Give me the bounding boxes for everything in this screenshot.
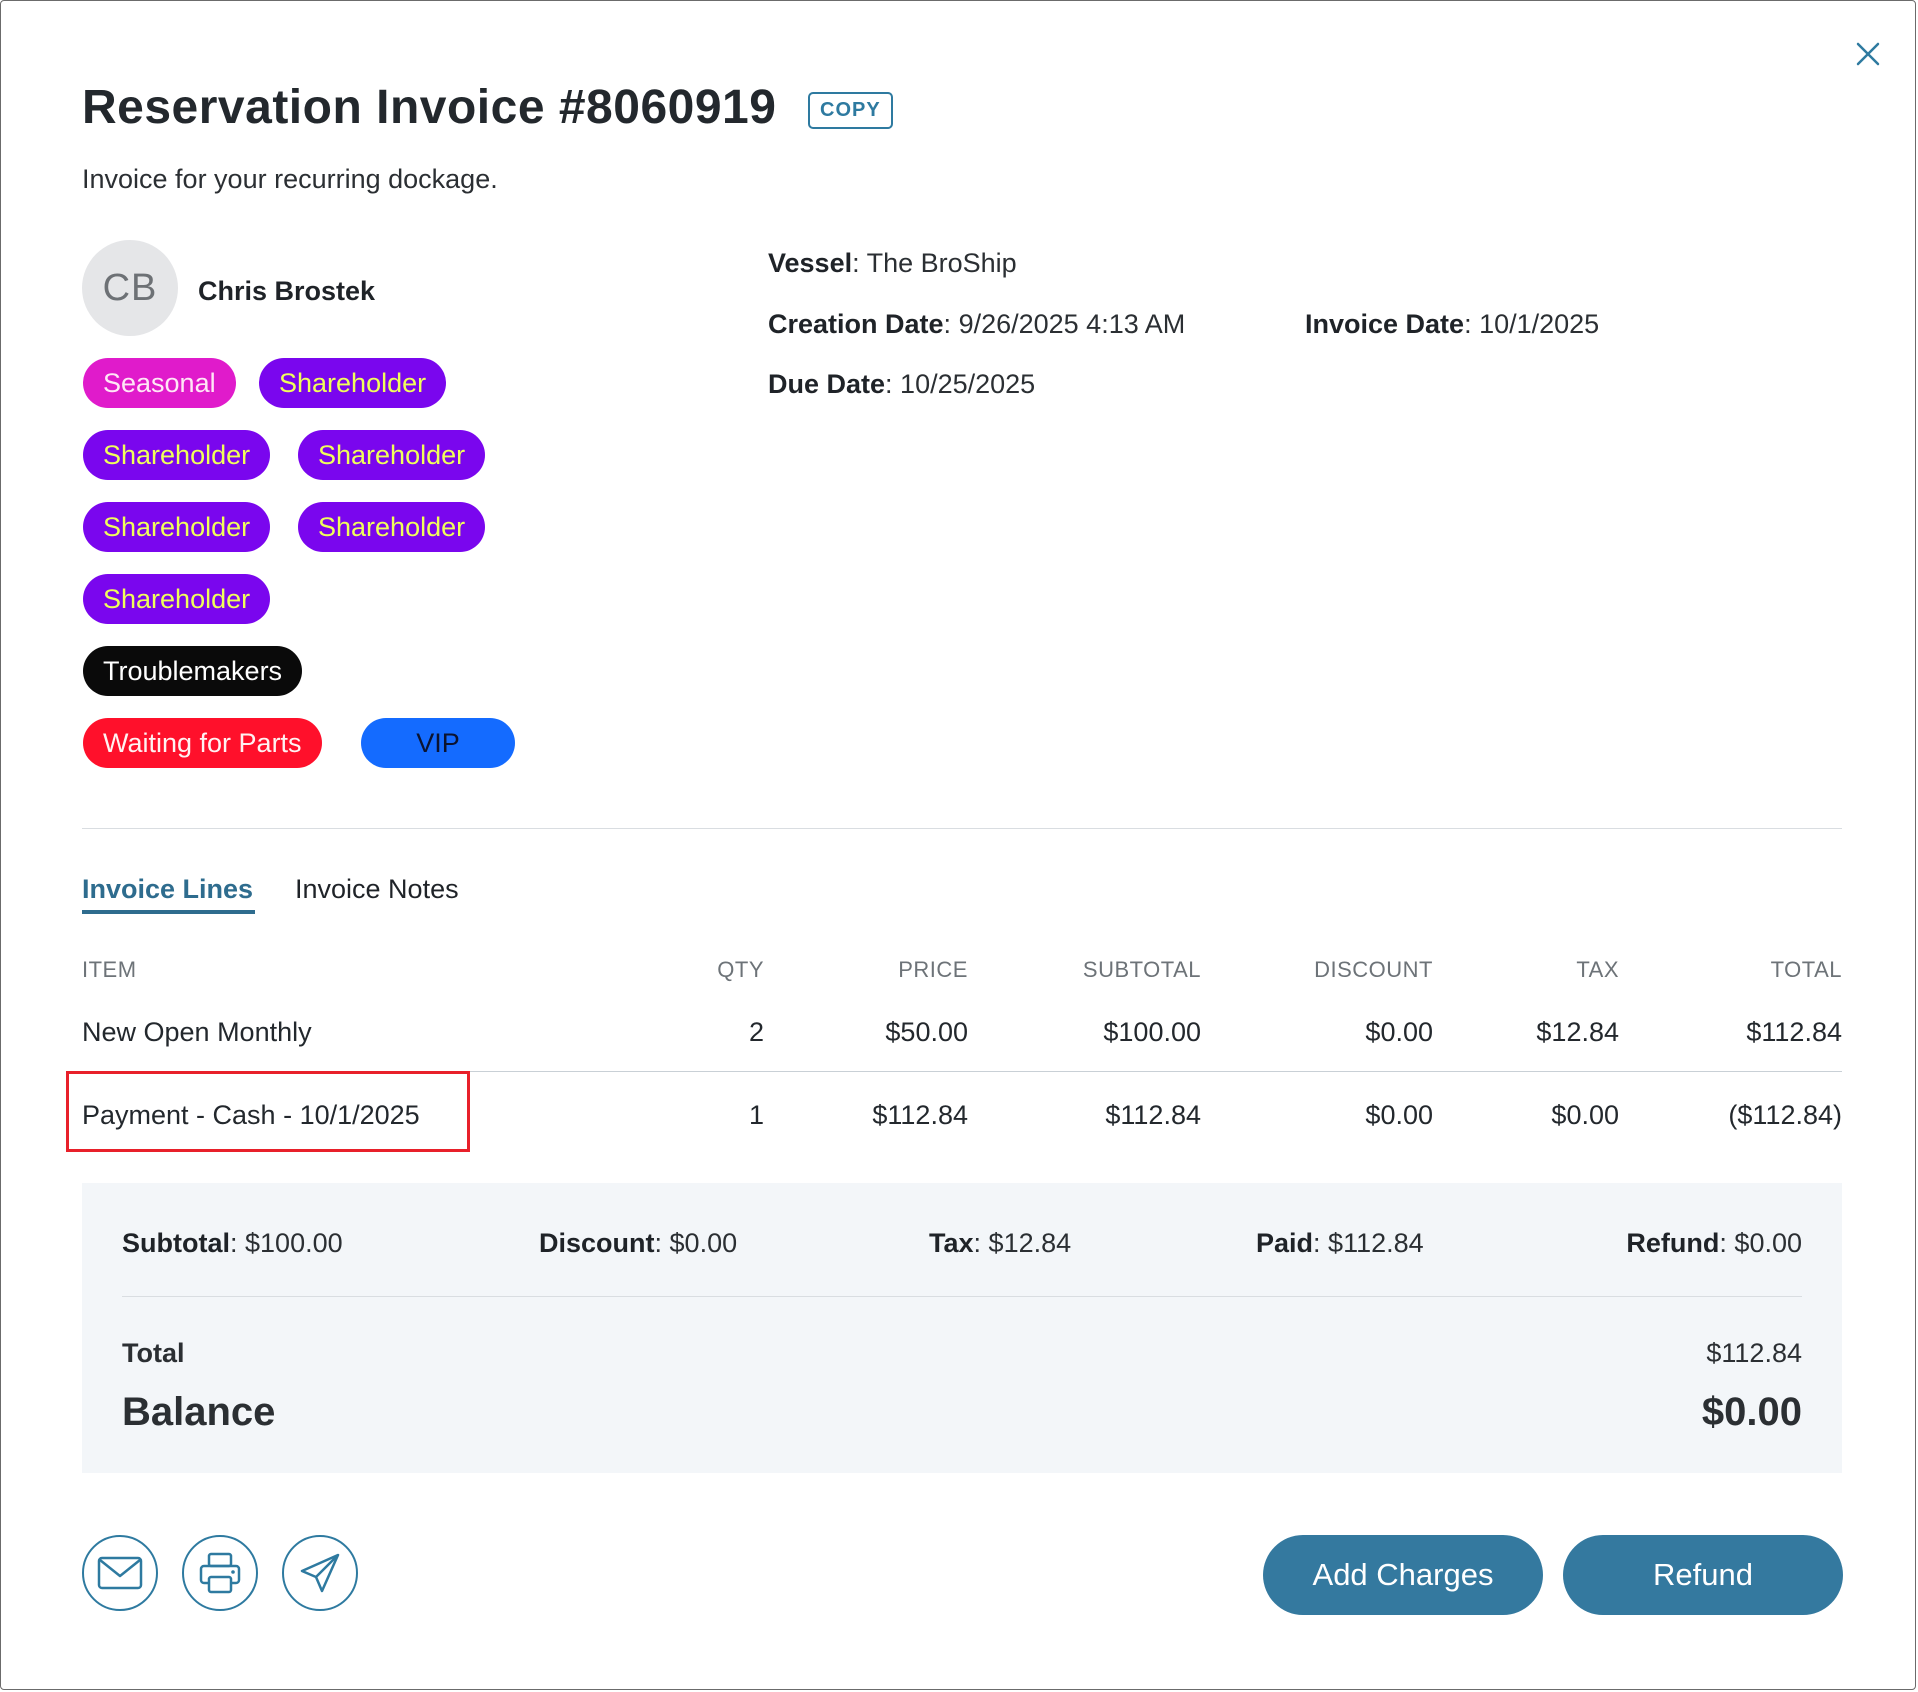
invoice-date-label: Invoice Date xyxy=(1305,309,1465,339)
column-header-price: PRICE xyxy=(898,957,968,982)
cell-price: $112.84 xyxy=(872,1100,968,1130)
close-icon xyxy=(1856,42,1880,66)
cell-total: ($112.84) xyxy=(1728,1100,1842,1130)
creation-date-label: Creation Date xyxy=(768,309,944,339)
active-tab-indicator xyxy=(82,910,255,914)
cell-discount: $0.00 xyxy=(1365,1100,1433,1130)
column-header-qty: QTY xyxy=(717,957,764,982)
send-button[interactable] xyxy=(282,1535,358,1611)
creation-date-value: 9/26/2025 4:13 AM xyxy=(958,309,1186,339)
cell-subtotal: $112.84 xyxy=(1105,1100,1201,1130)
tag-seasonal[interactable]: Seasonal xyxy=(83,358,236,408)
balance-label: Balance xyxy=(122,1390,276,1434)
cell-tax: $0.00 xyxy=(1551,1100,1619,1130)
due-date-value: 10/25/2025 xyxy=(900,369,1036,399)
vessel-info: Vessel: The BroShip xyxy=(768,248,1017,278)
tag-vip[interactable]: VIP xyxy=(361,718,515,768)
summary-divider xyxy=(122,1296,1802,1297)
summary-refund-value: $0.00 xyxy=(1734,1228,1802,1258)
email-button[interactable] xyxy=(82,1535,158,1611)
summary-subtotal-label: Subtotal xyxy=(122,1228,230,1258)
close-button[interactable] xyxy=(1850,36,1886,72)
summary-paid-label: Paid xyxy=(1256,1228,1314,1258)
column-header-item: ITEM xyxy=(82,957,137,982)
printer-icon xyxy=(199,1552,241,1594)
summary-tax-label: Tax xyxy=(929,1228,974,1258)
cell-item: New Open Monthly xyxy=(82,1017,312,1047)
cell-tax: $12.84 xyxy=(1536,1017,1619,1047)
invoice-date-value: 10/1/2025 xyxy=(1479,309,1600,339)
column-header-total: TOTAL xyxy=(1770,957,1842,982)
tag-troublemakers[interactable]: Troublemakers xyxy=(83,646,303,696)
tab-invoice-notes[interactable]: Invoice Notes xyxy=(295,874,459,905)
column-header-discount: DISCOUNT xyxy=(1314,957,1433,982)
cell-qty: 1 xyxy=(748,1100,764,1130)
tab-invoice-lines[interactable]: Invoice Lines xyxy=(82,874,253,905)
summary-discount: Discount: $0.00 xyxy=(539,1228,738,1258)
invoice-title: Reservation Invoice #8060919 xyxy=(82,81,777,134)
due-date-label: Due Date xyxy=(768,369,886,399)
vessel-value: The BroShip xyxy=(866,248,1017,278)
summary-subtotal: Subtotal: $100.00 xyxy=(122,1228,343,1258)
cell-discount: $0.00 xyxy=(1365,1017,1433,1047)
cell-qty: 2 xyxy=(748,1017,764,1047)
due-date-info: Due Date: 10/25/2025 xyxy=(768,369,1036,399)
column-header-tax: TAX xyxy=(1576,957,1619,982)
add-charges-button[interactable]: Add Charges xyxy=(1263,1535,1543,1615)
invoice-subtitle: Invoice for your recurring dockage. xyxy=(82,164,498,194)
tag-shareholder[interactable]: Shareholder xyxy=(259,358,447,408)
summary-refund-label: Refund xyxy=(1626,1228,1720,1258)
summary-total-value: $112.84 xyxy=(1706,1338,1802,1368)
summary-tax-value: $12.84 xyxy=(988,1228,1072,1258)
send-icon xyxy=(300,1553,340,1593)
summary-discount-value: $0.00 xyxy=(669,1228,738,1258)
column-header-subtotal: SUBTOTAL xyxy=(1082,957,1201,982)
summary-paid-value: $112.84 xyxy=(1328,1228,1424,1258)
avatar: CB xyxy=(82,240,178,336)
summary-refund: Refund: $0.00 xyxy=(1626,1228,1802,1258)
cell-price: $50.00 xyxy=(885,1017,968,1047)
summary-subtotal-value: $100.00 xyxy=(245,1228,343,1258)
tag-waiting-for-parts[interactable]: Waiting for Parts xyxy=(83,718,322,768)
vessel-label: Vessel xyxy=(768,248,853,278)
tag-shareholder[interactable]: Shareholder xyxy=(83,502,271,552)
highlight-box xyxy=(66,1071,470,1152)
copy-button[interactable]: COPY xyxy=(808,92,893,129)
creation-date-info: Creation Date: 9/26/2025 4:13 AM xyxy=(768,309,1186,339)
tag-shareholder[interactable]: Shareholder xyxy=(298,430,486,480)
invoice-date-info: Invoice Date: 10/1/2025 xyxy=(1305,309,1600,339)
tag-shareholder[interactable]: Shareholder xyxy=(83,574,271,624)
summary-discount-label: Discount xyxy=(539,1228,655,1258)
balance-value: $0.00 xyxy=(1701,1390,1802,1434)
summary-total-label: Total xyxy=(122,1338,185,1368)
customer-name[interactable]: Chris Brostek xyxy=(198,276,375,307)
tag-shareholder[interactable]: Shareholder xyxy=(298,502,486,552)
print-button[interactable] xyxy=(182,1535,258,1611)
cell-subtotal: $100.00 xyxy=(1103,1017,1201,1047)
summary-tax: Tax: $12.84 xyxy=(929,1228,1072,1258)
summary-paid: Paid: $112.84 xyxy=(1256,1228,1424,1258)
tag-shareholder[interactable]: Shareholder xyxy=(83,430,271,480)
section-divider xyxy=(82,828,1842,829)
mail-icon xyxy=(97,1556,143,1590)
cell-total: $112.84 xyxy=(1746,1017,1842,1047)
refund-button[interactable]: Refund xyxy=(1563,1535,1843,1615)
